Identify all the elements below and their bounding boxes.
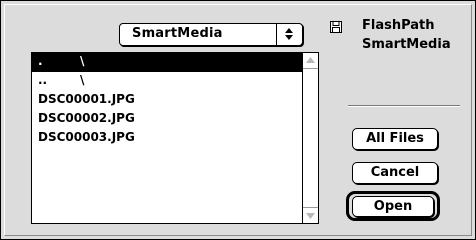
disk-icon [330,21,342,33]
file-name: . [38,54,43,68]
cancel-label: Cancel [370,165,420,180]
folder-marker: \ [80,54,85,68]
open-button[interactable]: Open [352,196,434,217]
list-item[interactable]: . \ [32,53,302,72]
all-files-label: All Files [366,131,424,146]
scroll-track[interactable] [303,69,318,207]
file-name: DSC00001.JPG [38,92,135,106]
folder-marker: \ [80,73,85,87]
scroll-up-arrow-icon[interactable] [303,53,318,69]
popup-divider [276,24,277,45]
list-item[interactable]: DSC00003.JPG [32,129,302,148]
file-list-items: . \.. \ DSC00001.JPG DSC00002.JPG DSC00003.JP… [32,53,302,223]
open-label: Open [373,199,413,214]
volume-name-line1: FlashPath [362,18,435,33]
list-item[interactable]: .. \ [32,72,302,91]
file-name: DSC00003.JPG [38,130,135,144]
file-name: .. [38,73,48,87]
open-file-dialog: SmartMedia FlashPath SmartMedia . \.. \ DSC… [0,0,476,240]
list-item[interactable]: DSC00002.JPG [32,110,302,129]
list-item[interactable]: DSC00001.JPG [32,91,302,110]
folder-popup-label: SmartMedia [132,26,223,41]
scroll-down-arrow-icon[interactable] [303,207,318,223]
up-down-arrows-icon [285,28,293,40]
cancel-button[interactable]: Cancel [352,162,438,184]
folder-popup-menu[interactable]: SmartMedia [119,23,303,46]
volume-name-line2: SmartMedia [362,37,451,52]
vertical-scrollbar[interactable] [302,53,318,223]
file-name: DSC00002.JPG [38,111,135,125]
separator-highlight [348,106,460,107]
all-files-button[interactable]: All Files [352,128,438,150]
file-list[interactable]: . \.. \ DSC00001.JPG DSC00002.JPG DSC00003.JP… [31,52,319,224]
